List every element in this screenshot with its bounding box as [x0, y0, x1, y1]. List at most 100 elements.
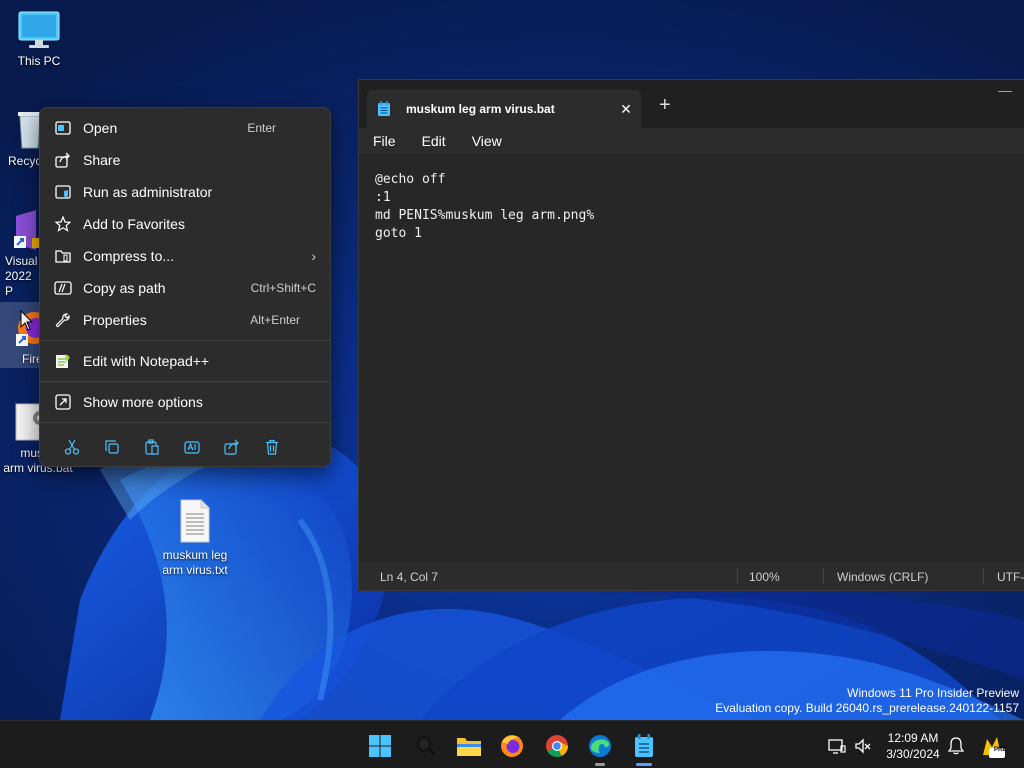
chevron-right-icon: ›	[311, 248, 316, 264]
cursor-position: Ln 4, Col 7	[380, 570, 439, 584]
context-menu: Open Enter Share Run as administrator Ad…	[39, 107, 331, 467]
menu-separator	[40, 340, 330, 341]
share-icon	[224, 439, 239, 455]
menu-edit[interactable]: Edit	[422, 133, 446, 149]
bell-icon	[948, 737, 964, 755]
taskbar: 12:09 AM 3/30/2024 PRE	[0, 720, 1024, 768]
desktop-icon-label: arm virus.txt	[162, 563, 228, 577]
taskbar-clock[interactable]: 12:09 AM 3/30/2024	[878, 730, 948, 762]
desktop-icon-label: 2022 P	[5, 269, 32, 298]
running-indicator	[636, 763, 652, 766]
menu-separator	[40, 422, 330, 423]
close-tab-icon[interactable]: ✕	[611, 101, 641, 118]
menu-item-open[interactable]: Open Enter	[40, 112, 330, 144]
star-icon	[55, 216, 71, 232]
paste-button[interactable]	[132, 431, 172, 463]
share-icon	[55, 152, 70, 168]
zip-folder-icon	[55, 250, 71, 263]
clock-time: 12:09 AM	[887, 731, 939, 745]
encoding[interactable]: UTF-8	[997, 570, 1024, 584]
menu-item-show-more-options[interactable]: Show more options	[40, 386, 330, 418]
insider-preview-icon	[983, 737, 1005, 758]
file-explorer-icon	[457, 738, 481, 756]
visual-studio-icon	[14, 210, 40, 250]
tab-title: muskum leg arm virus.bat	[406, 102, 555, 116]
zoom-level[interactable]: 100%	[749, 570, 780, 584]
pre-badge-label: PRE	[994, 747, 1007, 753]
desktop-icon-txt-file[interactable]: muskum leg arm virus.txt	[157, 498, 233, 578]
delete-button[interactable]	[252, 431, 292, 463]
more-options-icon	[55, 394, 71, 410]
running-indicator	[595, 763, 605, 766]
notepad-menubar: File Edit View	[359, 128, 1024, 154]
menu-item-edit-notepadpp[interactable]: Edit with Notepad++	[40, 345, 330, 377]
copy-path-icon	[54, 281, 72, 295]
menu-item-share[interactable]: Share	[40, 144, 330, 176]
notifications-button[interactable]	[939, 729, 973, 763]
notepad-icon	[378, 101, 390, 116]
menu-item-compress[interactable]: Compress to... ›	[40, 240, 330, 272]
share-button[interactable]	[212, 431, 252, 463]
cut-button[interactable]	[52, 431, 92, 463]
firefox-icon	[501, 735, 523, 757]
paste-icon	[145, 439, 159, 455]
delete-icon	[266, 439, 278, 455]
copy-button[interactable]	[92, 431, 132, 463]
monitor-icon	[18, 11, 60, 48]
insider-badge[interactable]: PRE	[975, 729, 1009, 763]
volume-button[interactable]	[846, 729, 880, 763]
start-button[interactable]	[363, 729, 397, 763]
menu-separator	[40, 381, 330, 382]
notepad-window[interactable]: muskum leg arm virus.bat ✕ + — File Edit…	[358, 79, 1024, 591]
minimize-button[interactable]: —	[998, 82, 1012, 98]
desktop-icon-this-pc[interactable]: This PC	[1, 10, 77, 68]
line-ending[interactable]: Windows (CRLF)	[837, 570, 928, 584]
new-tab-button[interactable]: +	[659, 94, 671, 117]
menu-view[interactable]: View	[472, 133, 502, 149]
mouse-cursor-icon	[20, 310, 34, 331]
rename-icon	[184, 441, 200, 454]
start-icon	[369, 735, 391, 757]
notepad-plus-plus-icon	[56, 354, 70, 368]
taskbar-firefox[interactable]	[495, 729, 529, 763]
desktop-icon-label: Visual	[5, 254, 38, 268]
watermark-line1: Windows 11 Pro Insider Preview	[847, 686, 1019, 700]
search-icon	[416, 736, 437, 757]
text-editor[interactable]: @echo off :1 md PENIS%muskum leg arm.png…	[359, 154, 1024, 564]
volume-muted-icon	[855, 738, 871, 754]
taskbar-edge[interactable]	[583, 729, 617, 766]
taskbar-chrome[interactable]	[540, 729, 574, 763]
desktop-icon-recycle-bin[interactable]: Recyc	[0, 108, 40, 168]
menu-item-copy-as-path[interactable]: Copy as path Ctrl+Shift+C	[40, 272, 330, 304]
search-button[interactable]	[409, 729, 443, 763]
menu-file[interactable]: File	[373, 133, 396, 149]
menu-item-properties[interactable]: Properties Alt+Enter	[40, 304, 330, 336]
taskbar-file-explorer[interactable]	[452, 729, 486, 763]
cut-icon	[64, 439, 80, 455]
network-icon	[828, 739, 846, 754]
edge-icon	[589, 735, 611, 757]
open-icon	[55, 121, 71, 135]
menu-item-run-as-admin[interactable]: Run as administrator	[40, 176, 330, 208]
context-menu-toolbar	[40, 427, 330, 467]
wrench-icon	[55, 313, 70, 328]
rename-button[interactable]	[172, 431, 212, 463]
desktop-icon-firefox[interactable]: Fire	[0, 302, 39, 368]
desktop-icon-label: Fire	[22, 352, 39, 366]
evaluation-watermark: Windows 11 Pro Insider Preview Evaluatio…	[715, 686, 1019, 716]
desktop-icon-label: muskum leg	[162, 548, 228, 562]
copy-icon	[105, 440, 119, 454]
desktop-icon-label: Recyc	[8, 154, 40, 168]
text-file-icon	[180, 499, 210, 543]
menu-item-add-to-favorites[interactable]: Add to Favorites	[40, 208, 330, 240]
desktop-icon-visual-studio[interactable]: Visual 2022 P	[0, 210, 40, 299]
recycle-bin-icon	[18, 112, 40, 149]
watermark-line2: Evaluation copy. Build 26040.rs_prerelea…	[715, 701, 1019, 715]
status-bar: Ln 4, Col 7 100% Windows (CRLF) UTF-8	[359, 562, 1024, 590]
clock-date: 3/30/2024	[886, 747, 940, 761]
notepad-titlebar[interactable]: muskum leg arm virus.bat ✕ + —	[359, 80, 1024, 128]
taskbar-notepad[interactable]	[627, 729, 661, 766]
chrome-icon	[546, 735, 568, 757]
shield-icon	[55, 185, 71, 199]
notepad-tab[interactable]: muskum leg arm virus.bat ✕	[367, 90, 641, 128]
